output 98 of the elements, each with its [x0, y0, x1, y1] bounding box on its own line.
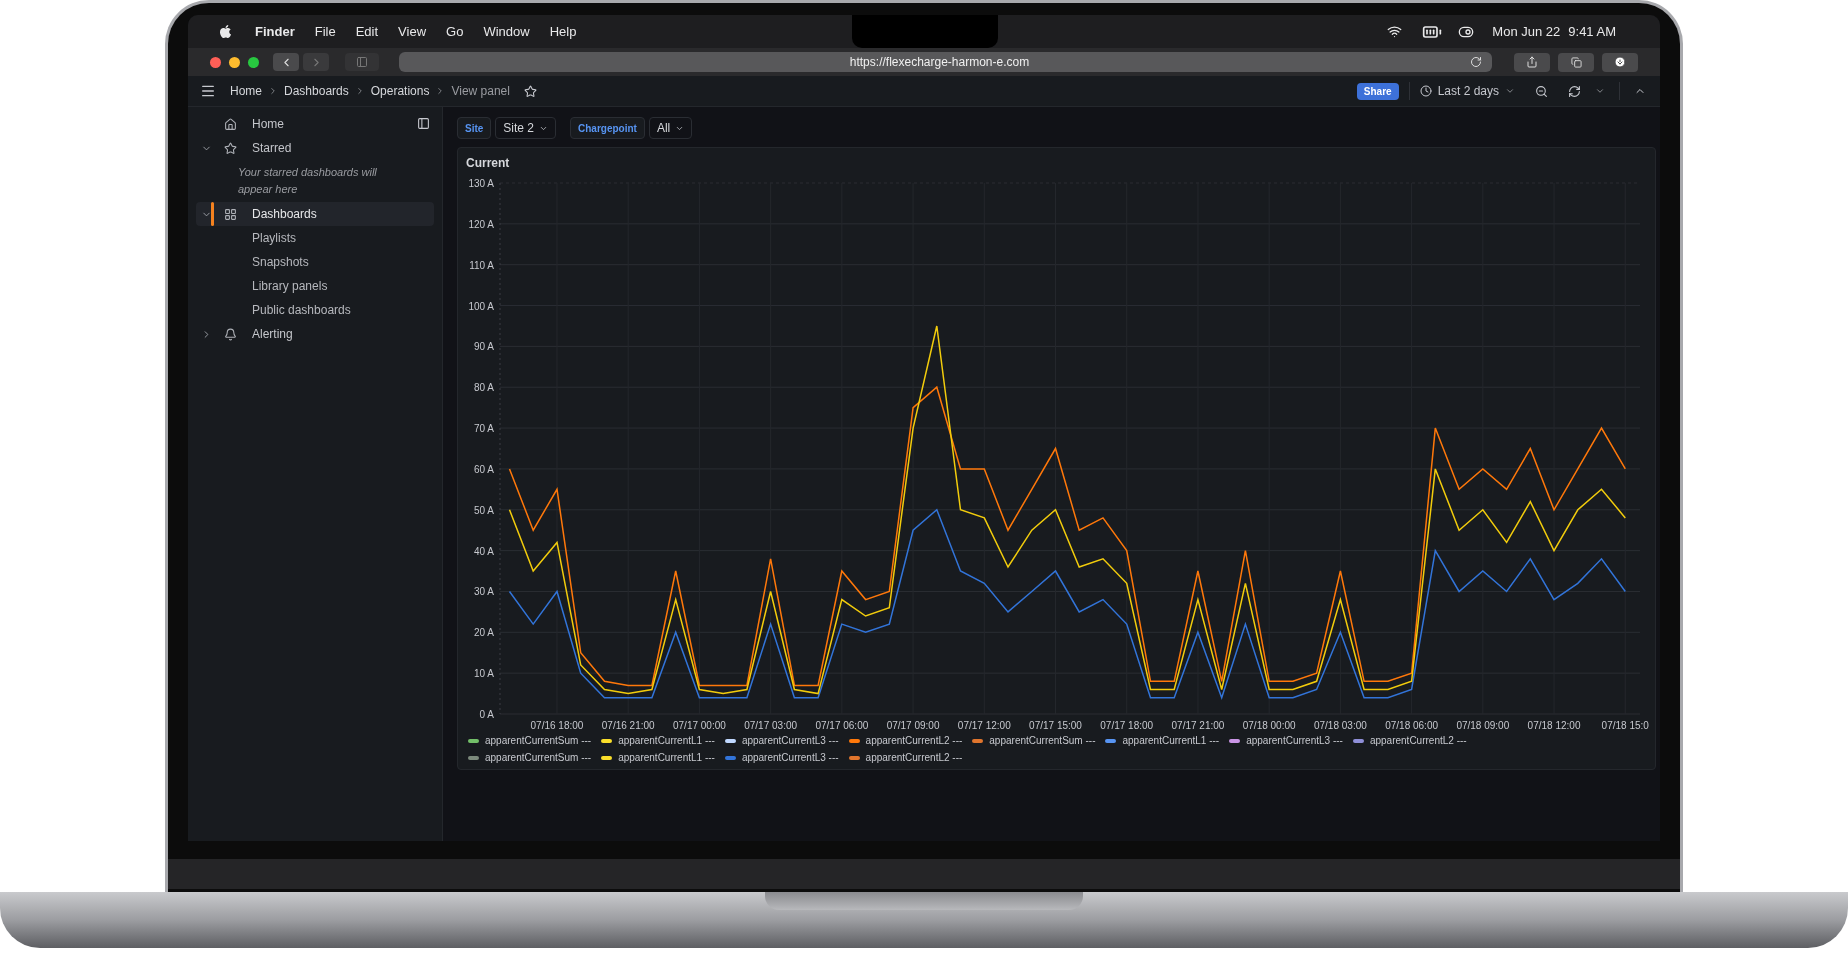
x-axis-label: 07/17 09:00 [886, 720, 940, 731]
legend-item[interactable]: apparentCurrentL1 --- [618, 750, 715, 765]
reload-icon[interactable] [1470, 56, 1482, 68]
sidebar-subitem[interactable]: Library panels [252, 274, 442, 298]
address-bar[interactable]: https://flexecharge-harmon-e.com [399, 52, 1492, 72]
breadcrumb-separator-icon [268, 86, 278, 96]
star-icon[interactable] [523, 84, 537, 98]
breadcrumb-link[interactable]: View panel [451, 82, 510, 100]
empty-note: Your starred dashboards will appear here [237, 165, 378, 197]
sidebar-icon [356, 56, 368, 68]
y-axis-label: 100 A [468, 300, 494, 312]
menu-item[interactable]: File [314, 21, 336, 42]
y-axis-label: 90 A [473, 341, 494, 353]
x-axis-label: 07/17 21:00 [1171, 720, 1225, 731]
caret-icon [1505, 86, 1515, 96]
zoom-out-icon[interactable] [1535, 84, 1548, 98]
caret-icon[interactable] [1595, 86, 1605, 96]
x-axis-label: 07/17 00:00 [673, 720, 726, 731]
y-axis-label: 130 A [468, 178, 494, 189]
menu-item[interactable]: View [398, 21, 427, 42]
y-axis-label: 110 A [469, 259, 494, 271]
share-button[interactable] [1514, 52, 1550, 72]
download-icon [1614, 56, 1626, 68]
clock-icon [1419, 85, 1432, 97]
sidebar-item[interactable]: Home [196, 112, 434, 136]
menu-item[interactable]: Edit [355, 21, 379, 42]
grid-icon [223, 207, 237, 221]
menu-item[interactable]: Help [549, 21, 577, 42]
menu-icon[interactable] [200, 83, 216, 99]
share-icon [1526, 56, 1538, 68]
tabs-button[interactable] [1558, 52, 1594, 72]
x-axis-label: 07/18 00:00 [1242, 720, 1296, 731]
dock-menu-icon[interactable] [417, 117, 430, 130]
menu-date[interactable]: Mon Jun 22 [1492, 21, 1561, 42]
apple-icon[interactable] [218, 24, 233, 39]
legend-item[interactable]: apparentCurrentL2 --- [1369, 733, 1467, 748]
legend-item[interactable]: apparentCurrentL3 --- [741, 733, 839, 748]
x-axis-label: 07/18 03:00 [1313, 720, 1367, 731]
legend-item[interactable]: apparentCurrentSum --- [485, 750, 592, 765]
tabs-icon [1570, 56, 1582, 68]
breadcrumb-link[interactable]: Dashboards [284, 82, 349, 100]
sidebar-item[interactable]: Alerting [196, 322, 434, 346]
sidebar-subitem[interactable]: Playlists [252, 226, 442, 250]
breadcrumb-link[interactable]: Home [230, 82, 262, 100]
legend-item[interactable]: apparentCurrentL1 --- [618, 733, 715, 748]
star-icon [223, 141, 237, 155]
y-axis-label: 30 A [473, 586, 494, 598]
x-axis-label: 07/18 15:0 [1601, 720, 1649, 731]
menu-item[interactable]: Finder [255, 21, 295, 42]
sidebar-item[interactable]: Starred [196, 136, 434, 160]
y-axis-label: 40 A [473, 545, 494, 557]
x-axis-label: 07/18 06:00 [1385, 720, 1438, 731]
menu-item[interactable]: Go [446, 21, 464, 42]
legend-item[interactable]: apparentCurrentSum --- [485, 733, 592, 748]
legend-item[interactable]: apparentCurrentL3 --- [1246, 733, 1343, 748]
legend-item[interactable]: apparentCurrentL2 --- [865, 733, 963, 748]
y-axis-label: 120 A [468, 218, 494, 230]
y-axis-label: 10 A [473, 668, 494, 680]
y-axis-label: 70 A [473, 423, 494, 435]
x-axis-label: 07/17 06:00 [815, 720, 869, 731]
x-axis-label: 07/16 21:00 [601, 720, 655, 731]
x-axis-label: 07/18 12:00 [1527, 720, 1581, 731]
x-axis-label: 07/17 15:00 [1029, 720, 1082, 731]
legend-item[interactable]: apparentCurrentSum --- [989, 733, 1096, 748]
bell-icon [223, 327, 237, 341]
sidebar-button[interactable] [345, 53, 379, 71]
panel-title: Current [465, 155, 511, 172]
selection-indicator [211, 202, 214, 226]
sidebar-subitem[interactable]: Snapshots [252, 250, 442, 274]
x-axis-label: 07/18 09:00 [1456, 720, 1510, 731]
legend-item[interactable]: apparentCurrentL2 --- [865, 750, 963, 765]
menu-time[interactable]: 9:41 AM [1568, 21, 1616, 42]
x-axis-label: 07/16 18:00 [530, 720, 584, 731]
variable-select[interactable]: Site 2 [495, 117, 557, 139]
legend-item[interactable]: apparentCurrentL3 --- [741, 750, 839, 765]
legend-item[interactable]: apparentCurrentL1 --- [1122, 733, 1220, 748]
sidebar-subitem[interactable]: Public dashboards [252, 298, 442, 322]
x-axis-label: 07/17 18:00 [1100, 720, 1154, 731]
y-axis-label: 80 A [473, 382, 494, 394]
download-button[interactable] [1602, 52, 1638, 72]
y-axis-label: 0 A [479, 709, 494, 720]
menu-item[interactable]: Window [483, 21, 530, 42]
share-button[interactable]: Share [1356, 82, 1399, 100]
variable-label: Site [457, 117, 492, 139]
sidebar-item[interactable]: Dashboards [196, 202, 434, 226]
y-axis-label: 20 A [473, 627, 494, 639]
wifi-icon[interactable] [1387, 24, 1403, 39]
x-axis-label: 07/17 03:00 [744, 720, 798, 731]
refresh-icon[interactable] [1568, 84, 1581, 98]
back-button[interactable] [273, 53, 299, 71]
variable-label: Chargepoint [570, 117, 645, 139]
home-icon [223, 117, 237, 131]
y-axis-label: 50 A [473, 504, 494, 516]
y-axis-label: 60 A [473, 463, 494, 475]
variable-select[interactable]: All [648, 117, 693, 139]
breadcrumb-link[interactable]: Operations [370, 82, 430, 100]
x-axis-label: 07/17 12:00 [957, 720, 1011, 731]
time-range-picker[interactable]: Last 2 days [1419, 82, 1515, 100]
